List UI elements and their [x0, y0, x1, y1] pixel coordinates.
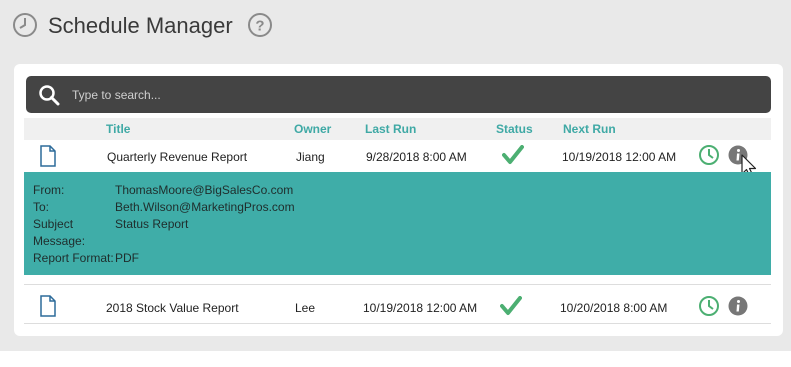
info-icon[interactable]: [728, 296, 748, 316]
row-title: Quarterly Revenue Report: [107, 150, 248, 164]
help-icon[interactable]: ?: [247, 12, 273, 38]
detail-format-label: Report Format:: [33, 251, 114, 265]
detail-from-value: ThomasMoore@BigSalesCo.com: [115, 183, 294, 197]
row-next-run: 10/20/2018 8:00 AM: [560, 301, 668, 315]
row-divider: [24, 284, 771, 285]
row-owner: Lee: [295, 301, 316, 315]
column-owner[interactable]: Owner: [294, 122, 331, 136]
column-last-run[interactable]: Last Run: [365, 122, 416, 136]
page-title: Schedule Manager: [48, 13, 233, 38]
table-row[interactable]: Quarterly Revenue Report Jiang 9/28/2018…: [24, 140, 771, 178]
schedule-panel: Title Owner Last Run Status Next Run Qua…: [14, 64, 783, 336]
column-title[interactable]: Title: [106, 122, 130, 136]
schedule-icon[interactable]: [698, 144, 720, 166]
clock-icon: [13, 13, 37, 37]
check-icon: [500, 296, 522, 315]
schedule-icon[interactable]: [698, 295, 720, 317]
table-header: Title Owner Last Run Status Next Run: [24, 118, 771, 140]
row-next-run: 10/19/2018 12:00 AM: [562, 150, 677, 164]
detail-to-value: Beth.Wilson@MarketingPros.com: [115, 200, 295, 214]
detail-from-label: From:: [33, 183, 65, 197]
row-last-run: 9/28/2018 8:00 AM: [366, 150, 467, 164]
svg-text:?: ?: [255, 18, 264, 35]
row-last-run: 10/19/2018 12:00 AM: [363, 301, 478, 315]
app-header: Schedule Manager ?: [0, 0, 791, 50]
row-owner: Jiang: [296, 150, 325, 164]
detail-subject-value: Status Report: [115, 217, 189, 231]
table-row[interactable]: 2018 Stock Value Report Lee 10/19/2018 1…: [24, 290, 771, 322]
search-input[interactable]: [72, 82, 752, 107]
detail-to-label: To:: [33, 200, 50, 214]
column-status[interactable]: Status: [496, 122, 533, 136]
search-bar: [26, 76, 771, 113]
page-footer-area: [0, 351, 791, 367]
search-icon: [39, 85, 60, 106]
column-next-run[interactable]: Next Run: [563, 122, 616, 136]
check-icon: [502, 145, 524, 164]
detail-message-label: Message:: [33, 234, 86, 248]
detail-subject-label: Subject: [33, 217, 74, 231]
document-icon: [40, 295, 56, 317]
detail-format-value: PDF: [115, 251, 139, 265]
row-title: 2018 Stock Value Report: [106, 301, 239, 315]
row-details-panel: From: ThomasMoore@BigSalesCo.com To: Bet…: [24, 172, 771, 275]
row-divider: [24, 323, 771, 324]
document-icon: [40, 145, 56, 167]
